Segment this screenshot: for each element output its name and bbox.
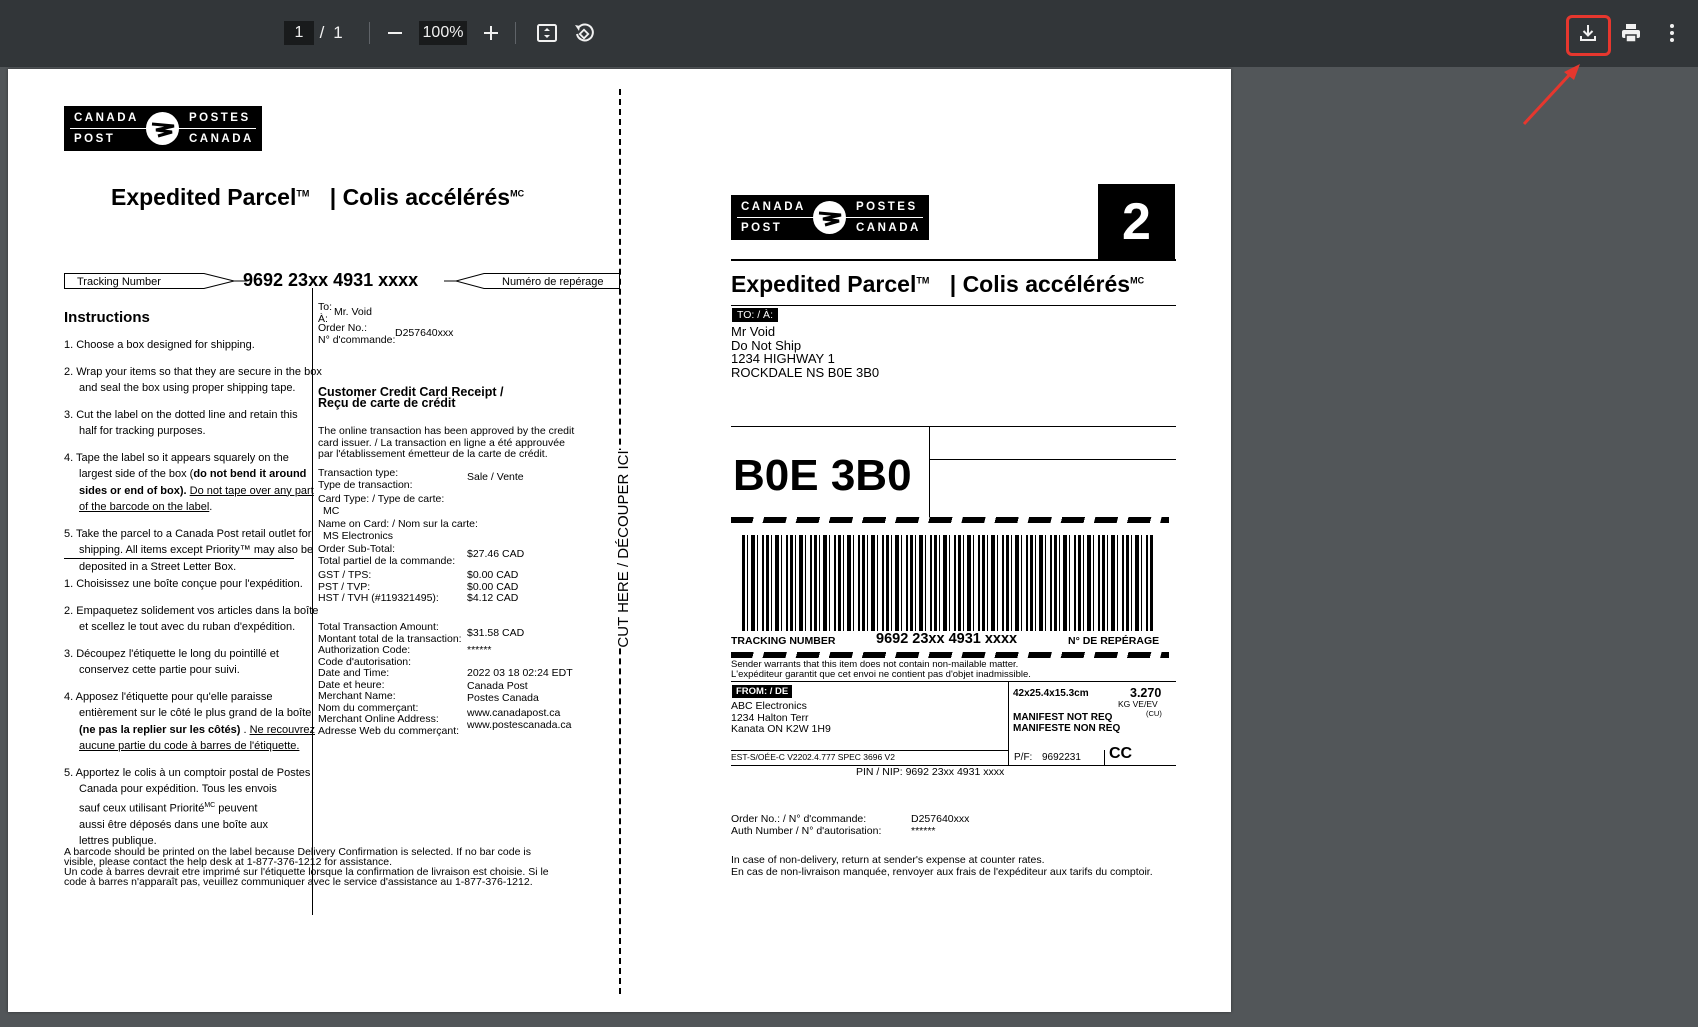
print-icon [1622,24,1640,43]
tracking-label-en: Tracking Number [77,276,161,288]
to-name: Mr. Void [334,306,372,318]
weight-cu: (CU) [1146,709,1162,718]
manifest-status: MANIFEST NOT REQ MANIFESTE NON REQ [1013,712,1121,734]
from-tag: FROM: / DE [732,685,793,698]
txn-type-label: Transaction type: Type de transaction: [318,467,413,491]
date-label: Date and Time: Date et heure: [318,667,390,691]
logo-text: POSTES [856,201,918,213]
column-divider [312,288,313,915]
print-button[interactable] [1616,18,1646,48]
logo-text: POSTES [189,112,251,124]
rotate-icon [575,23,594,42]
pf-value: 9692231 [1042,752,1081,763]
canada-post-logo: CANADA POSTES POST CANADA [731,195,929,240]
order-number: D257640xxx [395,327,454,339]
txn-type-value: Sale / Vente [467,471,524,483]
zoom-in-button[interactable] [476,18,506,48]
annotation-arrow-icon [1522,64,1580,126]
pdf-page: CANADA POSTES POST CANADA Expedited Parc… [8,69,1231,1012]
receipt-title: Customer Credit Card Receipt / Reçu de ca… [318,385,504,410]
receipt-note: The online transaction has been approved… [318,425,575,460]
auth-value: ****** [467,644,492,656]
barcode-footnote: A barcode should be printed on the label… [64,846,549,888]
pdf-toolbar: 1 / 1 100% [0,0,1698,67]
fit-page-icon [537,24,557,42]
zoom-level-input[interactable]: 100% [419,21,467,45]
more-vert-icon [1670,24,1674,42]
weight-unit: KG VE/EV [1118,699,1158,709]
tracking-number: 9692 23xx 4931 xxxx [243,270,419,290]
sender-warranty: Sender warrants that this item does not … [731,659,1031,680]
auth-label: Authorization Code: Code d'autorisation: [318,644,412,668]
page-number-input[interactable]: 1 [284,21,314,45]
total-label: Total Transaction Amount: Montant total d… [318,621,462,645]
instructions-en: 1. Choose a box designed for shipping. 2… [64,339,322,573]
zoom-out-button[interactable] [380,18,410,48]
instructions-heading: Instructions [64,309,150,326]
barcode-stripe-top [731,517,1169,523]
web-value: www.canadapost.ca www.postescanada.ca [467,707,572,731]
order-labels: Order No.: N° d'commande: [318,322,396,346]
minus-icon [388,32,402,34]
web-label: Merchant Online Address: Adresse Web du c… [318,713,460,737]
eagle-logo-icon [146,112,179,145]
toolbar-divider [515,22,516,44]
pf-label: P/F: [1014,752,1033,763]
order-value: D257640xxx ****** [911,813,970,837]
tax-labels: GST / TPS: PST / TVP: HST / TVH (#11932149… [318,569,439,604]
tracking-number: 9692 23xx 4931 xxxx [876,631,1018,647]
parcel-dimensions: 42x25.4x15.3cm [1013,688,1089,699]
logo-text: CANADA [741,201,806,213]
tracking-label-fr: N° DE REPÉRAGE [1068,635,1160,647]
total-pages: 1 [333,23,343,42]
cc-code: CC [1109,745,1133,762]
recipient-address: Mr Void Do Not Ship 1234 HIGHWAY 1 ROCKDALE… [731,324,880,380]
divider [64,558,294,559]
eagle-logo-icon [813,201,846,234]
more-actions-button[interactable] [1657,18,1687,48]
sender-address: ABC Electronics 1234 Halton Terr Kanata ON… [731,700,831,735]
canada-post-logo: CANADA POSTES POST CANADA [64,106,262,151]
logo-text: CANADA [856,222,921,234]
page-separator: / [319,23,325,42]
tracking-barcode [742,535,1154,631]
est-code: EST-S/OÉE-C V2202.4.777 SPEC 3696 V2 [731,752,895,762]
toolbar-divider [369,22,370,44]
name-on-card: Name on Card: / Nom sur la carte: MS Elec… [318,518,478,542]
barcode-stripe-bottom [731,652,1169,658]
download-highlight-box [1566,15,1611,56]
merchant-value: Canada Post Postes Canada [467,680,539,704]
label-number-box: 2 [1098,184,1175,260]
pin-number: PIN / NIP: 9692 23xx 4931 xxxx [856,766,1005,778]
order-label: Order No.: / N° d'commande: Auth Number /… [731,813,882,837]
logo-text: CANADA [189,133,254,145]
cut-here-text: CUT HERE / DÉCOUPER ICI [614,450,632,648]
subtotal-value: $27.46 CAD [467,548,525,560]
total-value: $31.58 CAD [467,627,525,639]
product-title: Expedited ParcelTM | Colis accélérésMC [731,271,1145,297]
date-value: 2022 03 18 02:24 EDT [467,667,573,679]
rotate-button[interactable] [569,18,599,48]
tracking-label-en: TRACKING NUMBER [731,635,836,647]
instructions-fr: 1. Choisissez une boîte conçue pour l'ex… [64,578,319,848]
merchant-label: Merchant Name: Nom du commerçant: [318,690,419,714]
tax-values: $0.00 CAD $0.00 CAD $4.12 CAD [467,569,519,604]
logo-text: POST [741,222,783,234]
plus-icon [484,26,498,40]
fit-to-page-button[interactable] [532,18,562,48]
subtotal-label: Order Sub-Total: Total partiel de la comm… [318,543,456,567]
card-type: Card Type: / Type de carte: MC [318,493,445,517]
logo-text: CANADA [74,112,139,124]
tracking-label-fr: Numéro de repérage [502,276,604,288]
logo-text: POST [74,133,116,145]
product-title: Expedited ParcelTM | Colis accélérésMC [111,184,525,210]
postal-code-large: B0E 3B0 [733,451,912,500]
to-tag: TO: / À: [732,308,778,322]
non-delivery-note: In case of non-delivery, return at sende… [731,854,1153,878]
parcel-weight: 3.270 [1130,686,1162,700]
